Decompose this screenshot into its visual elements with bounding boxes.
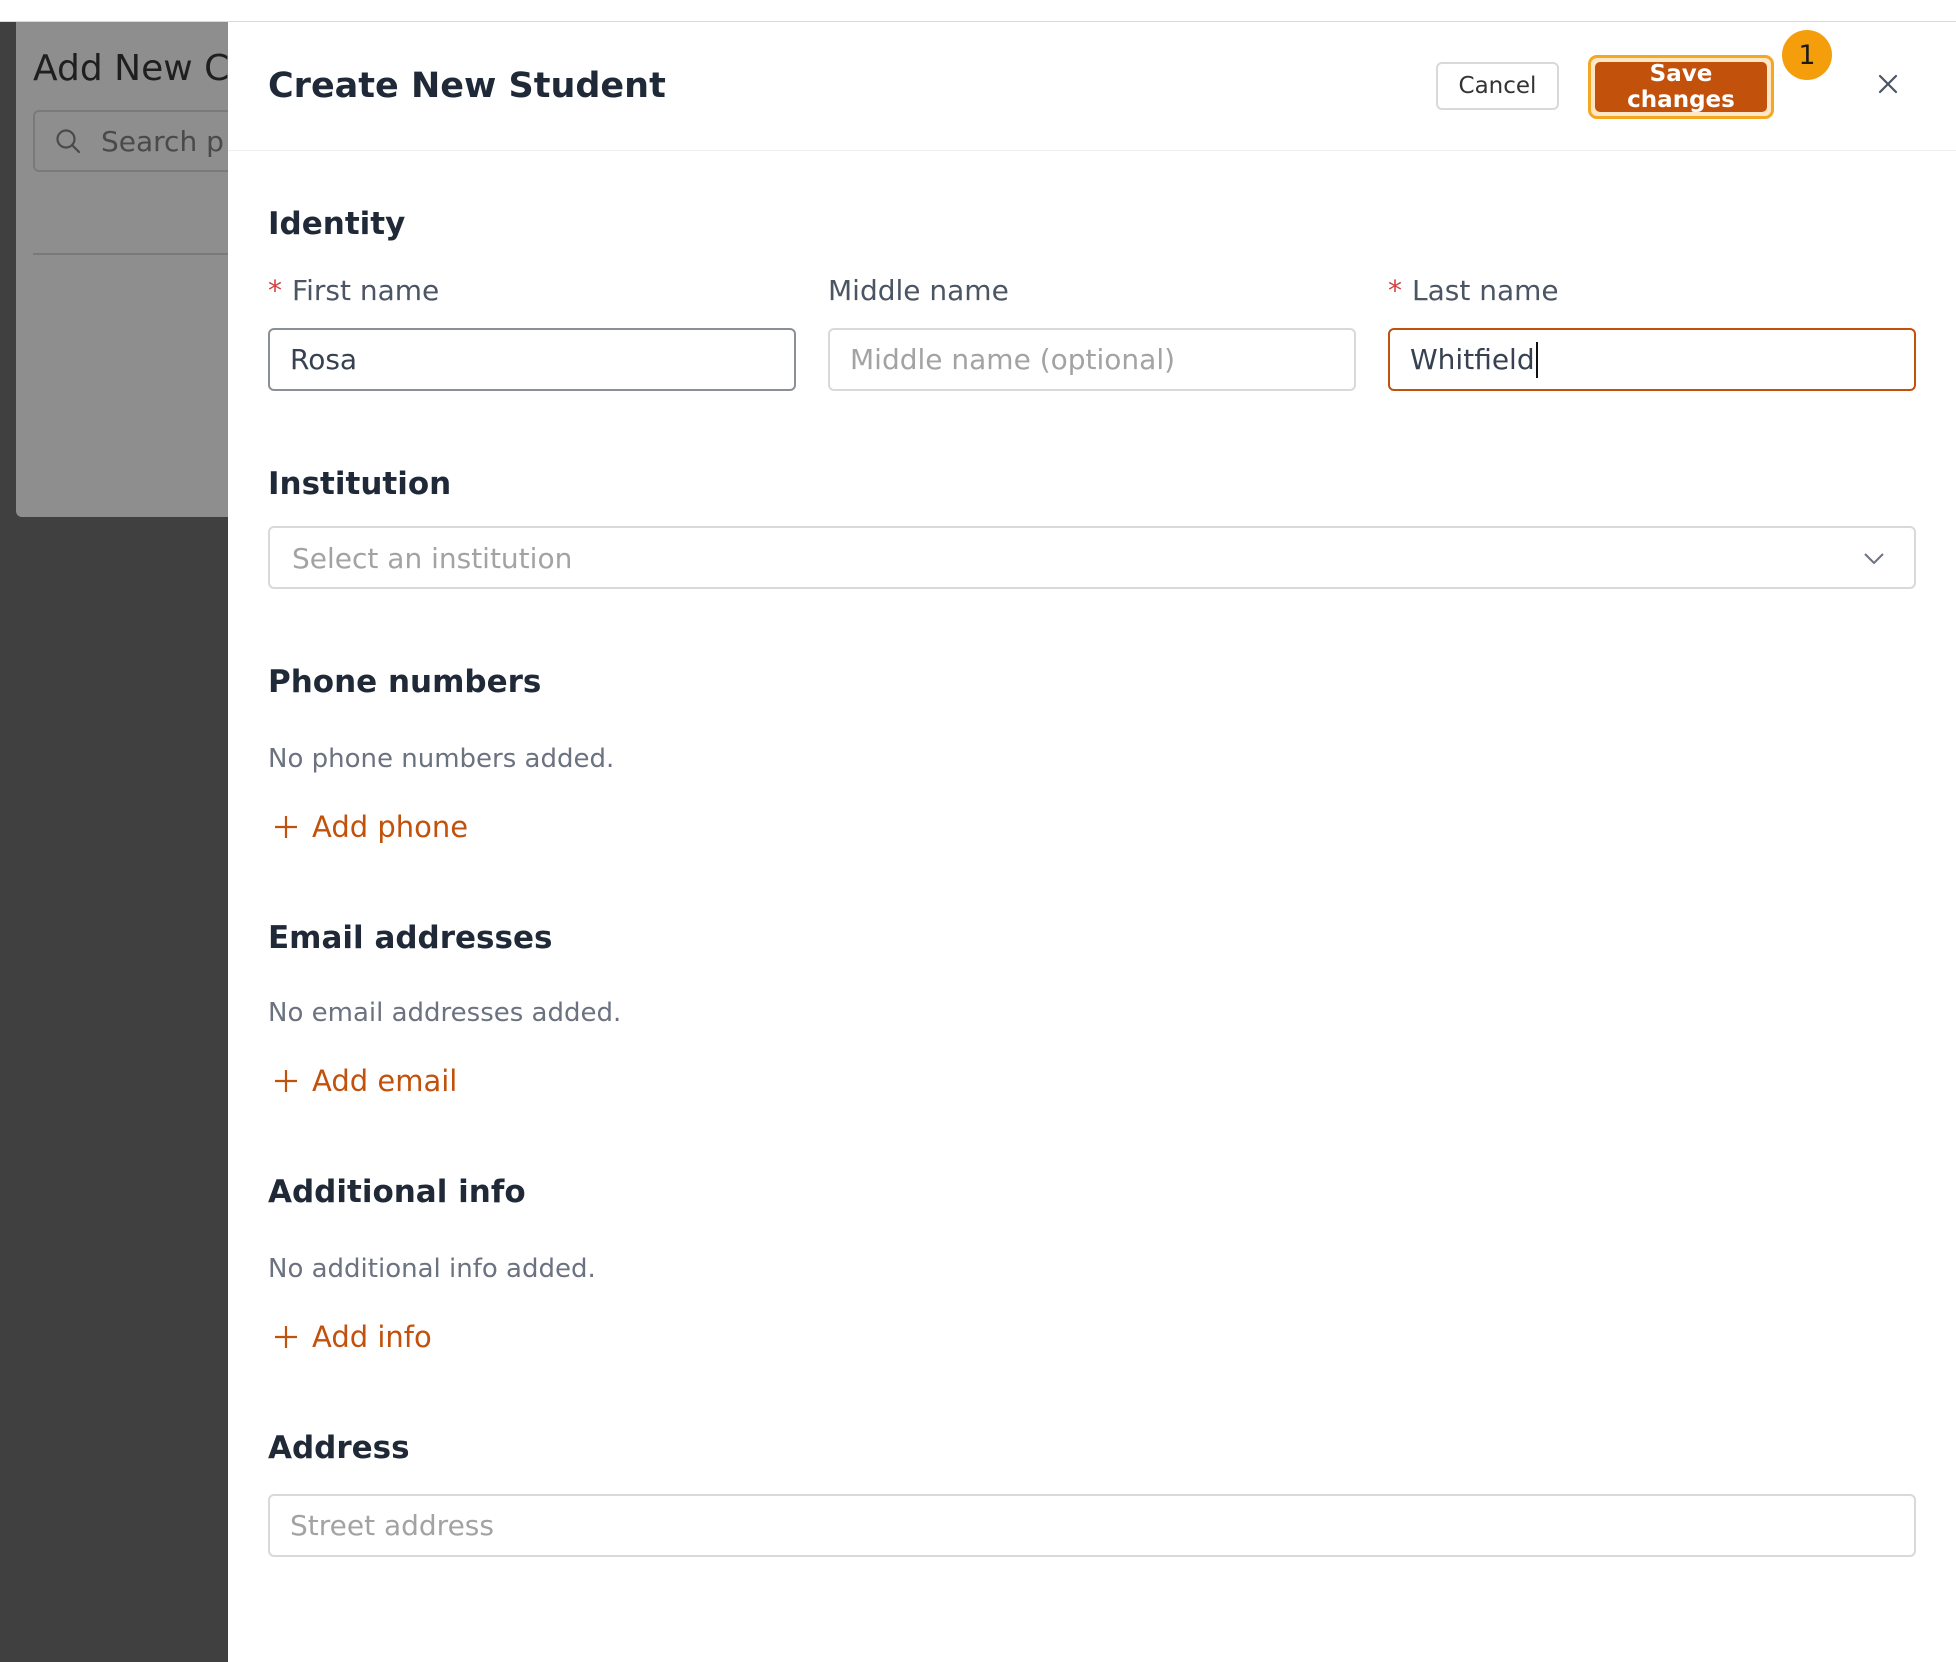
drawer-header: Create New Student Cancel Save changes 1 [228,22,1956,151]
cancel-button[interactable]: Cancel [1436,62,1559,110]
background-page-title: Add New C [33,48,230,89]
chevron-down-icon [1864,553,1884,565]
emails-empty-text: No email addresses added. [268,998,622,1028]
phones-section-title: Phone numbers [268,664,542,700]
institution-placeholder: Select an institution [292,542,573,575]
additional-info-section-title: Additional info [268,1174,526,1210]
background-search-placeholder: Search p [101,125,224,158]
first-name-input[interactable]: Rosa [268,328,796,391]
middle-name-placeholder: Middle name (optional) [850,343,1176,376]
address-section-title: Address [268,1430,410,1466]
last-name-label: * Last name [1388,274,1559,307]
plus-icon [275,1070,297,1092]
add-email-label: Add email [312,1064,458,1098]
add-phone-label: Add phone [312,810,469,844]
last-name-label-text: Last name [1412,274,1559,307]
background-top-bar [0,0,1956,22]
add-info-link[interactable]: Add info [274,1320,432,1354]
plus-icon [275,816,297,838]
emails-section-title: Email addresses [268,920,553,956]
drawer-title: Create New Student [268,66,666,106]
middle-name-label: Middle name [828,274,1009,307]
required-mark: * [268,274,282,307]
first-name-label-text: First name [292,274,440,307]
last-name-input[interactable]: Whitfield [1388,328,1916,391]
identity-section-title: Identity [268,206,406,242]
add-phone-link[interactable]: Add phone [274,810,468,844]
plus-icon [275,1326,297,1348]
close-button[interactable] [1868,64,1908,104]
save-button-highlight: Save changes [1588,55,1774,119]
additional-info-empty-text: No additional info added. [268,1254,596,1284]
institution-section-title: Institution [268,466,452,502]
last-name-value: Whitfield [1410,343,1535,376]
add-info-label: Add info [312,1320,432,1354]
street-address-placeholder: Street address [290,1509,494,1542]
first-name-label: * First name [268,274,439,307]
search-icon [56,129,81,154]
background-divider [33,253,253,255]
first-name-value: Rosa [290,343,358,376]
close-icon [1878,74,1898,94]
create-student-drawer: Create New Student Cancel Save changes 1… [228,22,1956,1662]
middle-name-input[interactable]: Middle name (optional) [828,328,1356,391]
phones-empty-text: No phone numbers added. [268,744,615,774]
background-card [16,22,246,517]
street-address-input[interactable]: Street address [268,1494,1916,1557]
add-email-link[interactable]: Add email [274,1064,457,1098]
save-changes-button[interactable]: Save changes [1595,61,1767,113]
text-caret [1535,341,1538,378]
required-mark: * [1388,274,1402,307]
institution-select[interactable]: Select an institution [268,526,1916,589]
step-badge: 1 [1782,30,1832,80]
